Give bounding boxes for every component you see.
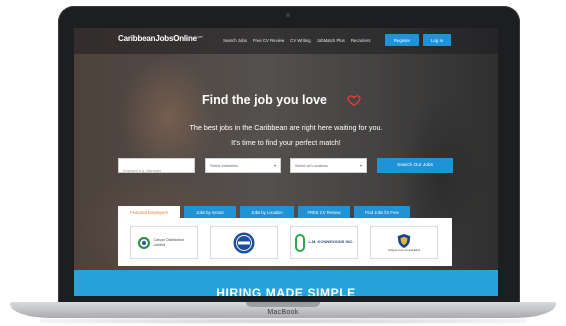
employer-name: Antigua Commercial Bank [387,247,421,252]
konnexions-logo-icon [295,233,306,252]
login-button[interactable]: Log in [423,34,451,46]
featured-employers-panel: Carson Distribution Limited L.M. KONNEXI… [118,218,452,266]
hero-subline-1: The best jobs in the Caribbean are right… [189,123,383,132]
ring-logo-icon [137,236,150,249]
laptop-frame: MacBook CaribbeanJobsOnline.com Search J… [0,0,566,326]
employer-card-carson[interactable]: Carson Distribution Limited [130,226,198,259]
shield-logo-icon [397,233,411,248]
badge-logo-icon [233,232,255,253]
laptop-notch [246,302,320,307]
employer-name: L.M. KONNEXIONS INC. [308,239,354,245]
site-logo-suffix: .com [196,34,203,39]
employer-card-acb[interactable]: Antigua Commercial Bank [370,226,438,259]
top-nav: CaribbeanJobsOnline.com Search Jobs Free… [74,28,498,54]
employer-name: Carson Distribution Limited [153,238,185,247]
employer-tabs: Featured Employers Jobs by Sector Jobs b… [118,206,410,218]
heart-icon [347,95,361,107]
search-jobs-button[interactable]: Search Our Jobs [377,158,453,173]
hero-subline-2: It's time to find your perfect match! [231,138,341,147]
hero-headline: Find the job you love [202,93,327,107]
tab-free-cv-review[interactable]: FREE CV Review [298,206,350,218]
site-logo-text: CaribbeanJobsOnline [118,34,197,43]
tab-jobs-by-sector[interactable]: Jobs by Sector [184,206,236,218]
employer-card-badge[interactable] [210,226,278,259]
tab-find-jobs-for-free[interactable]: Find Jobs for Free [354,206,410,218]
screen: CaribbeanJobsOnline.com Search Jobs Free… [74,28,498,296]
tab-featured-employers[interactable]: Featured Employers [118,206,180,218]
hiring-banner-title: HIRING MADE SIMPLE [216,286,356,296]
site-logo[interactable]: CaribbeanJobsOnline.com [118,34,203,43]
keyword-input[interactable] [119,164,194,178]
location-select-value: Select all Locations [295,163,328,168]
keyword-field [118,158,195,178]
camera-icon [286,13,290,17]
nav-jobmatch-plus[interactable]: JobMatch Plus [317,38,345,43]
industry-select-value: Select Industries... [210,163,242,168]
chevron-down-icon: ▾ [359,163,362,168]
konnexions-logo: L.M. KONNEXIONS INC. [294,233,354,253]
acb-logo: Antigua Commercial Bank [388,233,420,252]
laptop-brand-label: MacBook [267,309,299,316]
laptop-shadow [40,318,526,324]
industry-select[interactable]: Select Industries... ▾ [205,158,281,173]
tab-jobs-by-location[interactable]: Jobs by Location [240,206,294,218]
employer-card-konnexions[interactable]: L.M. KONNEXIONS INC. [290,226,358,259]
nav-recruiters[interactable]: Recruiters [351,38,371,43]
register-button[interactable]: Register [385,34,419,46]
nav-free-cv-review[interactable]: Free CV Review [253,38,284,43]
nav-cv-writing[interactable]: CV Writing [290,38,310,43]
location-select[interactable]: Select all Locations ▾ [290,158,367,173]
nav-menu: Search Jobs Free CV Review CV Writing Jo… [223,38,370,43]
chevron-down-icon: ▾ [273,163,276,168]
nav-search-jobs[interactable]: Search Jobs [223,38,247,43]
